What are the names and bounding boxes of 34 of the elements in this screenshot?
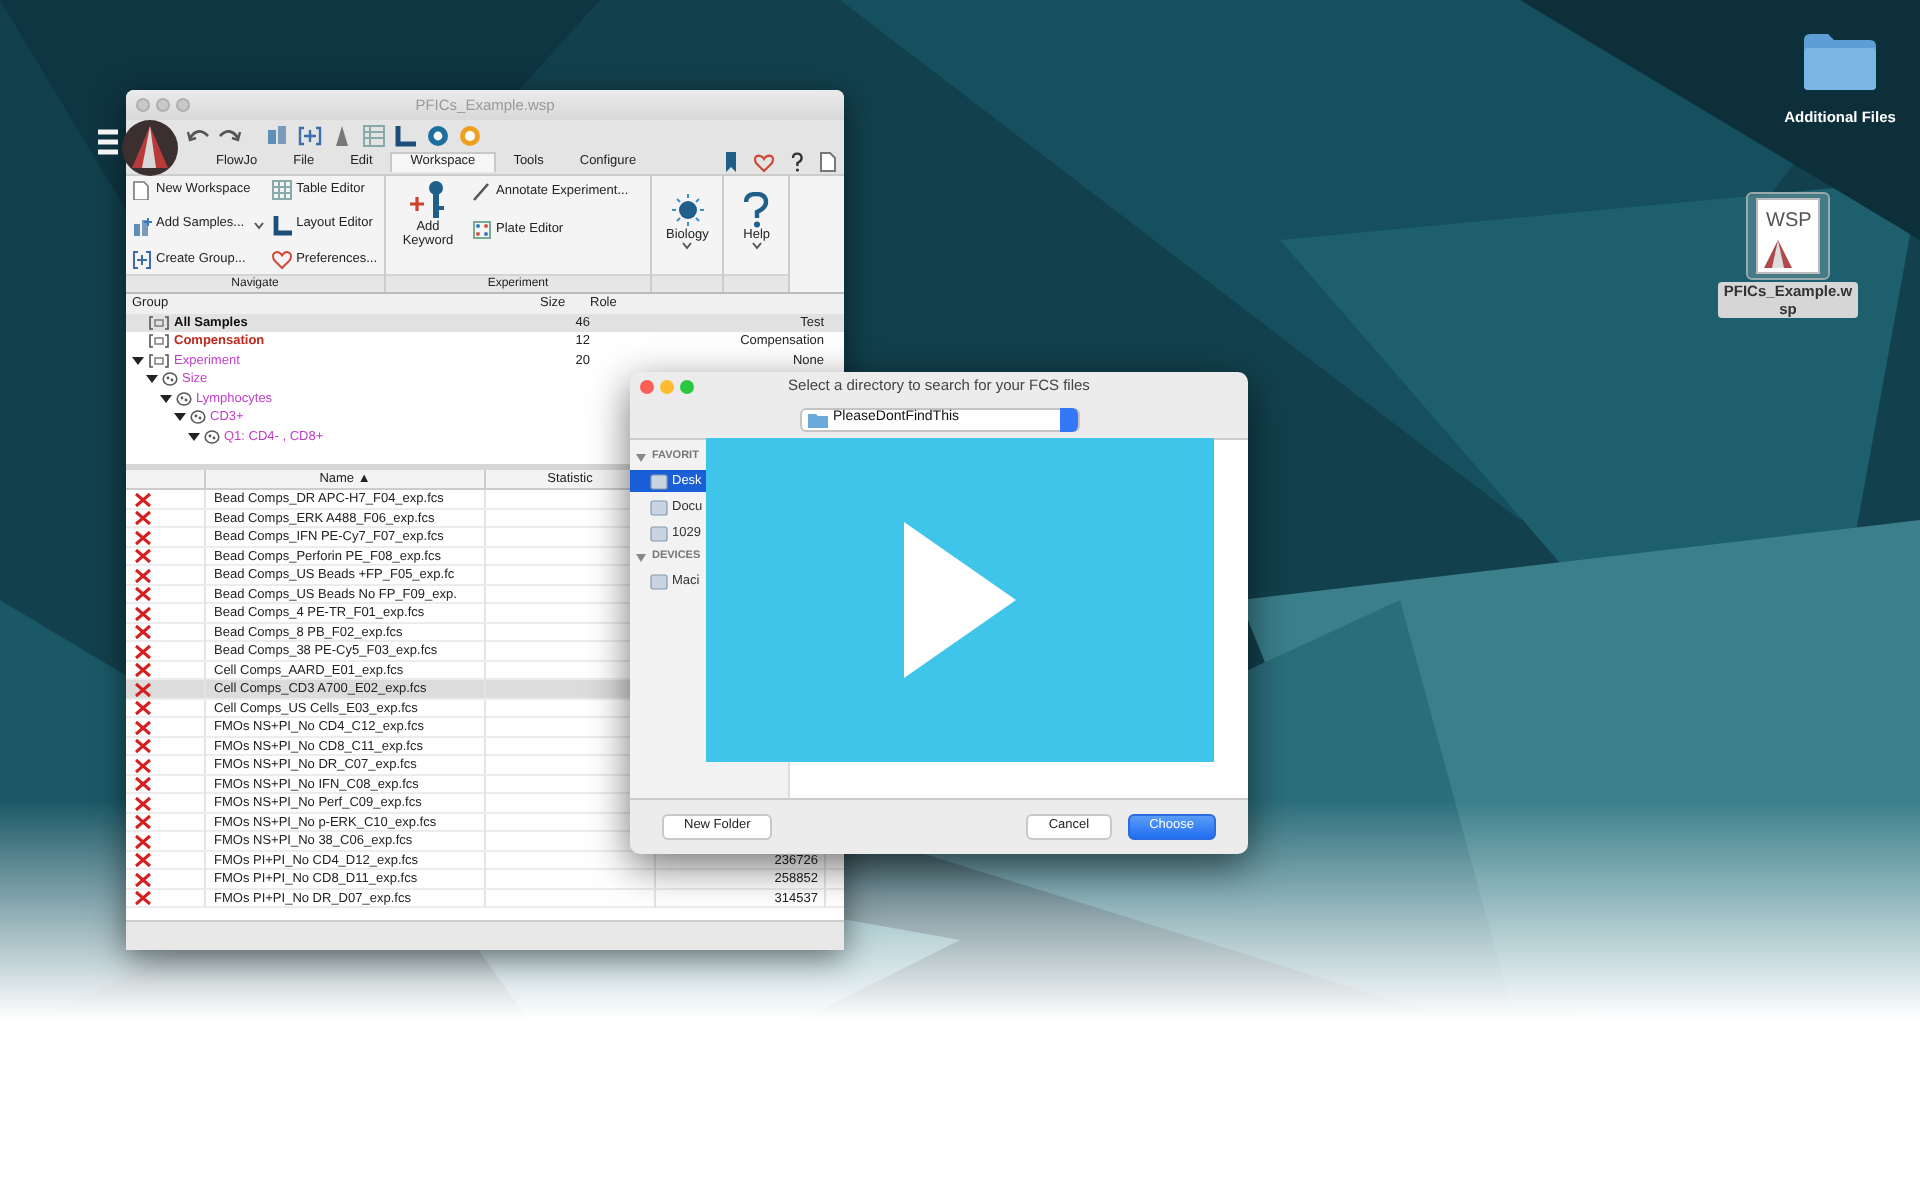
heart-icon [272, 250, 293, 270]
disclosure-triangle-icon[interactable] [188, 431, 200, 442]
layout-icon [272, 215, 293, 235]
plate-icon [472, 220, 492, 240]
add-samples-icon [132, 215, 152, 235]
heart-icon[interactable] [754, 153, 774, 171]
layout-icon[interactable] [394, 123, 418, 147]
gate-icon [204, 429, 220, 444]
folder-icon[interactable] [1802, 28, 1878, 92]
disclosure-triangle-icon[interactable] [160, 393, 172, 404]
disclosure-triangle-icon[interactable] [132, 355, 144, 366]
disclosure-triangle-icon[interactable] [174, 412, 186, 423]
table-icon [272, 180, 293, 200]
group-icon [148, 315, 170, 330]
key-icon [406, 180, 450, 220]
sun-icon [669, 192, 706, 228]
document-icon[interactable] [820, 152, 836, 172]
circle-icon[interactable] [426, 123, 450, 147]
document-label: WSP [1766, 212, 1812, 232]
add-samples-icon[interactable] [266, 123, 290, 147]
drive-icon [650, 573, 668, 589]
group-icon[interactable] [298, 123, 322, 147]
gate-icon [162, 372, 178, 387]
bookmark-icon[interactable] [724, 152, 738, 172]
help-icon[interactable] [790, 152, 804, 172]
group-icon [132, 250, 152, 270]
gate-icon [176, 391, 192, 406]
folder-icon [807, 411, 827, 427]
group-icon [148, 353, 170, 368]
disclosure-triangle-icon[interactable] [146, 374, 158, 385]
gate-icon [190, 410, 206, 425]
pencil-icon [472, 182, 492, 202]
group-icon [148, 334, 170, 349]
logo-icon [1762, 238, 1794, 270]
